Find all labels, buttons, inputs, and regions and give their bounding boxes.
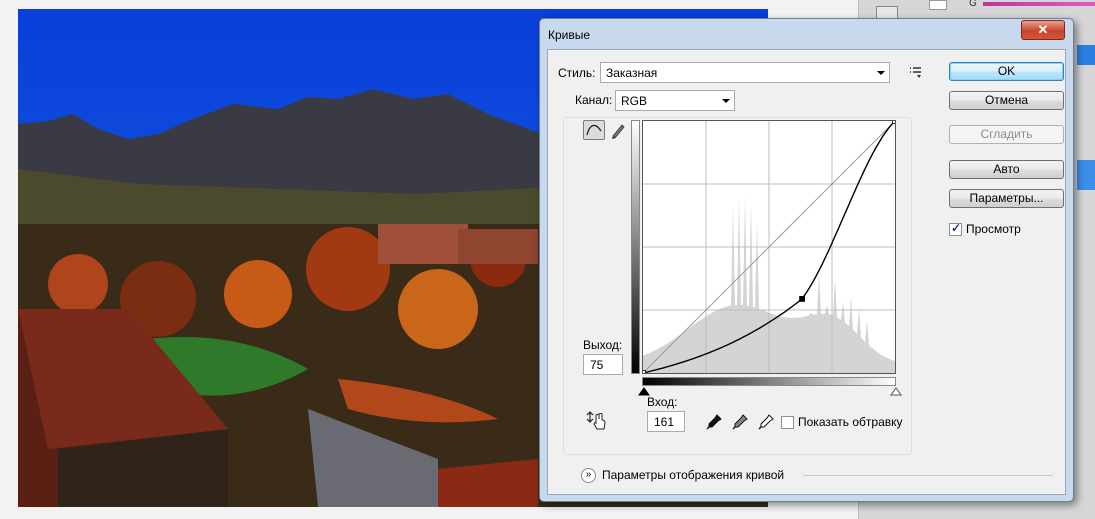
channel-select[interactable]: RGB bbox=[615, 90, 735, 111]
preset-options-icon bbox=[910, 67, 921, 78]
smooth-button[interactable]: Сгладить bbox=[949, 125, 1064, 144]
cancel-button[interactable]: Отмена bbox=[949, 91, 1064, 110]
dialog-body: Стиль: Заказная OK Отмена Сгладить Авто … bbox=[547, 49, 1066, 495]
chevron-down-icon bbox=[877, 71, 885, 75]
white-point-eyedropper-icon bbox=[758, 414, 774, 430]
output-gradient-bar bbox=[631, 120, 640, 374]
black-point-eyedropper[interactable] bbox=[705, 413, 723, 431]
chevron-down-icon bbox=[722, 99, 730, 103]
curve-endpoint[interactable] bbox=[892, 121, 896, 124]
selected-panel-item-highlight bbox=[1077, 160, 1095, 190]
white-point-slider[interactable] bbox=[890, 387, 902, 396]
chevron-double-down-icon: » bbox=[585, 469, 592, 480]
style-select-value: Заказная bbox=[606, 66, 658, 80]
on-image-adjust-tool[interactable] bbox=[586, 410, 608, 430]
style-select[interactable]: Заказная bbox=[600, 62, 890, 83]
curves-graph[interactable] bbox=[642, 120, 896, 374]
preview-label: Просмотр bbox=[966, 222, 1021, 236]
input-field[interactable]: 161 bbox=[647, 411, 685, 432]
dialog-titlebar[interactable]: Кривые ✕ bbox=[540, 19, 1073, 49]
channel-label: Канал: bbox=[573, 93, 615, 107]
input-gradient-bar bbox=[642, 377, 896, 386]
output-label: Выход: bbox=[583, 338, 623, 352]
curve-point-icon bbox=[586, 124, 602, 136]
gray-point-eyedropper-icon bbox=[732, 414, 748, 430]
preset-options-button[interactable] bbox=[908, 64, 924, 80]
output-field[interactable]: 75 bbox=[583, 354, 623, 375]
channel-g-label: G bbox=[969, 0, 977, 9]
show-clipping-checkbox[interactable] bbox=[781, 416, 794, 429]
gray-point-eyedropper[interactable] bbox=[731, 413, 749, 431]
dialog-title: Кривые bbox=[548, 28, 591, 42]
pencil-icon bbox=[612, 124, 625, 139]
curves-dialog: Кривые ✕ Стиль: Заказная OK Отмена Сглад… bbox=[539, 18, 1074, 502]
close-icon: ✕ bbox=[1037, 22, 1049, 37]
black-point-eyedropper-icon bbox=[706, 414, 722, 430]
selected-layer-highlight bbox=[1077, 45, 1095, 65]
on-image-adjust-icon bbox=[586, 411, 606, 430]
workspace-margin bbox=[0, 0, 18, 519]
curve-display-options-expander[interactable]: » bbox=[581, 468, 596, 483]
style-label: Стиль: bbox=[558, 66, 596, 80]
curve-plot[interactable] bbox=[643, 121, 895, 373]
white-point-eyedropper[interactable] bbox=[757, 413, 775, 431]
close-button[interactable]: ✕ bbox=[1021, 20, 1065, 40]
auto-button[interactable]: Авто bbox=[949, 160, 1064, 179]
channel-select-value: RGB bbox=[621, 94, 648, 108]
separator-line bbox=[803, 475, 1053, 476]
foreground-color-swatch[interactable] bbox=[929, 0, 947, 10]
pencil-tool[interactable] bbox=[608, 120, 630, 140]
curve-endpoint[interactable] bbox=[643, 370, 646, 374]
ok-button[interactable]: OK bbox=[949, 62, 1064, 81]
curve-display-options-label[interactable]: Параметры отображения кривой bbox=[602, 468, 784, 482]
preview-checkbox[interactable] bbox=[949, 221, 962, 236]
channel-g-slider[interactable] bbox=[983, 2, 1095, 6]
input-label: Вход: bbox=[647, 395, 678, 409]
selected-curve-point[interactable] bbox=[799, 295, 806, 302]
options-button[interactable]: Параметры... bbox=[949, 189, 1064, 208]
curve-point-tool[interactable] bbox=[583, 120, 605, 140]
show-clipping-label: Показать обтравку bbox=[798, 415, 903, 429]
